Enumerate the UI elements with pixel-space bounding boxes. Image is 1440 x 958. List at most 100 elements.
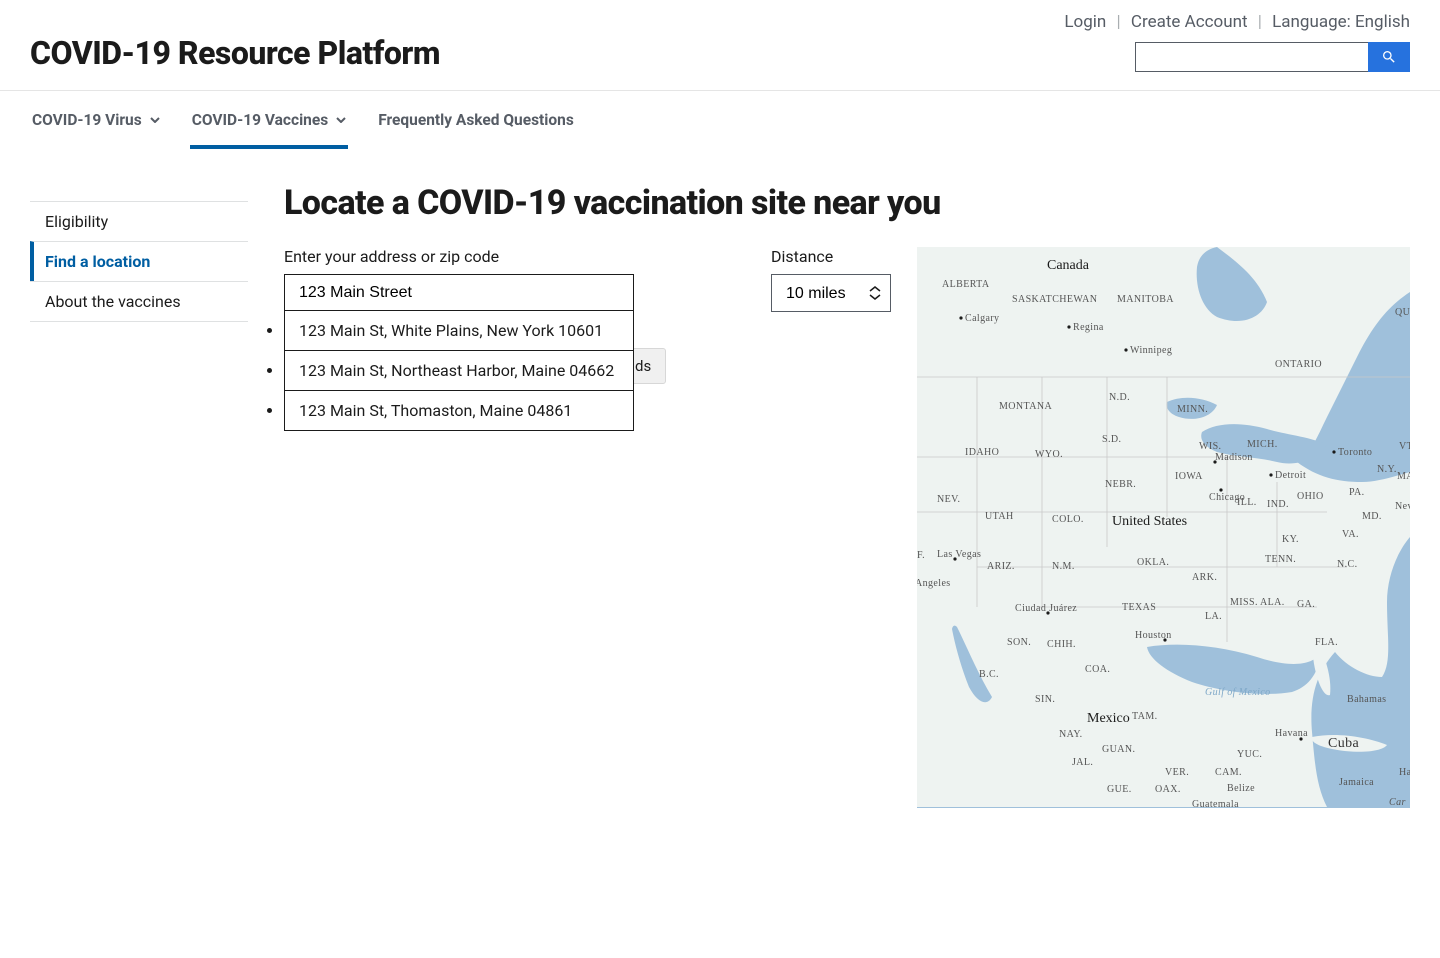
suggestion-item[interactable]: 123 Main St, Thomaston, Maine 04861 (284, 391, 634, 431)
map-label-country: Canada (1047, 258, 1090, 273)
map-label: ALA. (1260, 597, 1285, 608)
separator: | (1111, 12, 1127, 32)
map-label: UTAH (985, 511, 1014, 522)
map-label: COLO. (1052, 514, 1084, 525)
map-label: ALBERTA (942, 279, 990, 290)
map-label: VT (1399, 441, 1410, 452)
map-carib: Cuba (1328, 736, 1360, 751)
address-suggestions: 123 Main St, White Plains, New York 1060… (284, 310, 634, 431)
nav-label: COVID-19 Virus (32, 111, 142, 129)
map-city: Winnipeg (1130, 345, 1172, 356)
search-button[interactable] (1368, 42, 1410, 72)
form-left: Enter your address or zip code 123 Main … (284, 247, 745, 384)
map-city: Regina (1073, 322, 1104, 333)
separator: | (1252, 12, 1268, 32)
map-carib: Guatemala (1192, 799, 1239, 808)
distance-select[interactable]: 10 miles (771, 274, 891, 312)
map-label: WYO. (1035, 449, 1063, 460)
map-label: MA (1397, 471, 1410, 482)
map-label: MONTANA (999, 401, 1052, 412)
map-city: Angeles (917, 578, 951, 589)
sidenav-item-eligibility[interactable]: Eligibility (30, 201, 248, 241)
map-label: Nev (1395, 501, 1410, 512)
map-label: TEXAS (1122, 602, 1156, 613)
nav-covid-virus[interactable]: COVID-19 Virus (30, 93, 162, 149)
map-label: TENN. (1265, 554, 1296, 565)
map-city: Chicago (1209, 492, 1245, 503)
map-label: QUI (1395, 307, 1410, 318)
map-label: CHIH. (1047, 639, 1076, 650)
map-label: SON. (1007, 637, 1031, 648)
map-label: NEBR. (1105, 479, 1136, 490)
map-carib: Car (1389, 797, 1406, 808)
map-gulf: Gulf of Mexico (1205, 687, 1271, 698)
main: Locate a COVID-19 vaccination site near … (284, 183, 1410, 808)
map-label: MISS. (1230, 597, 1258, 608)
map-label-country: Mexico (1087, 711, 1130, 726)
suggestion-item[interactable]: 123 Main St, White Plains, New York 1060… (284, 310, 634, 351)
create-account-link[interactable]: Create Account (1131, 12, 1248, 32)
nav-covid-vaccines[interactable]: COVID-19 Vaccines (190, 93, 349, 149)
map-label: TAM. (1132, 711, 1158, 722)
map-label: VER. (1165, 767, 1189, 778)
address-input[interactable] (284, 274, 634, 312)
map[interactable]: Canada United States Mexico ALBERTA SASK… (917, 247, 1410, 808)
map-label: GUAN. (1102, 744, 1135, 755)
locator-form: Enter your address or zip code 123 Main … (284, 247, 1410, 808)
nav-label: Frequently Asked Questions (378, 111, 574, 129)
map-label: N.C. (1337, 559, 1358, 570)
map-label: MINN. (1177, 404, 1208, 415)
map-label: S.D. (1102, 434, 1121, 445)
chevron-down-icon (336, 117, 346, 123)
map-label: OKLA. (1137, 557, 1169, 568)
header-right: Login | Create Account | Language: Engli… (1064, 12, 1410, 72)
map-label: YUC. (1237, 749, 1262, 760)
map-carib: Bahamas (1347, 694, 1386, 705)
map-label: ONTARIO (1275, 359, 1322, 370)
chevron-down-icon (150, 117, 160, 123)
map-label: N.Y. (1377, 464, 1397, 475)
map-label: ARK. (1192, 572, 1217, 583)
map-label: N.D. (1109, 392, 1130, 403)
map-label: GUE. (1107, 784, 1132, 795)
map-carib: Belize (1227, 783, 1255, 794)
map-label: OHIO (1297, 491, 1324, 502)
search-input[interactable] (1135, 42, 1368, 72)
map-label: N.M. (1052, 561, 1075, 572)
map-label: NAY. (1059, 729, 1083, 740)
map-carib: Jamaica (1339, 777, 1374, 788)
map-label: IND. (1267, 499, 1289, 510)
map-label: GA. (1297, 599, 1315, 610)
sidenav-item-about-vaccines[interactable]: About the vaccines (30, 281, 248, 322)
map-label: IDAHO (965, 447, 999, 458)
map-label: IOWA (1175, 471, 1203, 482)
map-svg: Canada United States Mexico ALBERTA SASK… (917, 247, 1410, 808)
page-title: Locate a COVID-19 vaccination site near … (284, 183, 1410, 223)
suggestion-item[interactable]: 123 Main St, Northeast Harbor, Maine 046… (284, 351, 634, 391)
distance-group: Distance 10 miles (771, 247, 891, 312)
language-link[interactable]: Language: English (1272, 12, 1410, 32)
address-group: Enter your address or zip code (284, 247, 745, 312)
search-icon (1381, 49, 1397, 65)
map-label: CAM. (1215, 767, 1242, 778)
distance-label: Distance (771, 247, 891, 266)
map-column: Canada United States Mexico ALBERTA SASK… (917, 247, 1410, 808)
map-label: KY. (1282, 534, 1299, 545)
map-label: LA. (1205, 611, 1222, 622)
map-label: NEV. (937, 494, 960, 505)
map-carib: Havana (1275, 728, 1308, 739)
sidenav-item-find-location[interactable]: Find a location (30, 241, 248, 281)
map-city: Houston (1135, 630, 1172, 641)
map-label: PA. (1349, 487, 1365, 498)
map-city: Madison (1215, 452, 1253, 463)
map-label: FLA. (1315, 637, 1338, 648)
map-label-country: United States (1112, 514, 1187, 529)
address-label: Enter your address or zip code (284, 247, 745, 266)
map-f: F. (917, 550, 925, 561)
content: Eligibility Find a location About the va… (0, 149, 1440, 848)
site-title: COVID-19 Resource Platform (30, 34, 440, 72)
map-label: SIN. (1035, 694, 1055, 705)
nav-faq[interactable]: Frequently Asked Questions (376, 93, 576, 149)
map-label: ARIZ. (987, 561, 1015, 572)
login-link[interactable]: Login (1064, 12, 1106, 32)
